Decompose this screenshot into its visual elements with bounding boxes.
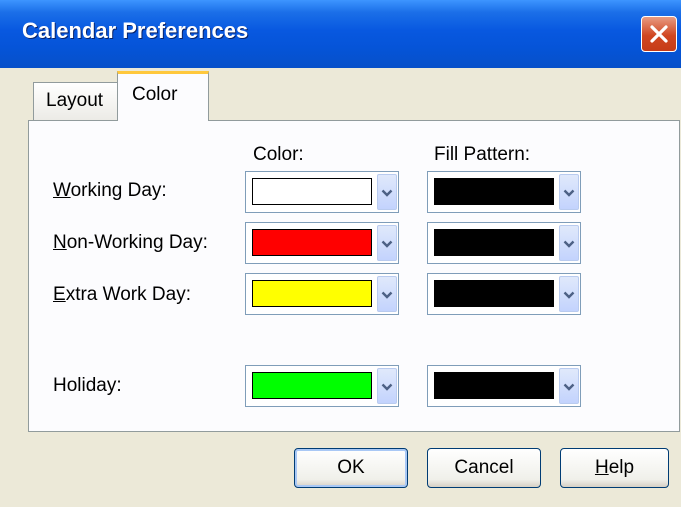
color-column-header: Color: [253, 144, 304, 165]
window-title: Calendar Preferences [22, 18, 249, 43]
tab-layout[interactable]: Layout [33, 82, 119, 120]
extra-work-day-color-dropdown-button[interactable] [377, 276, 397, 312]
close-icon [650, 25, 668, 43]
working-day-fill-swatch [434, 178, 554, 205]
holiday-color-select[interactable] [245, 365, 399, 407]
non-working-day-label: Non-Working Day: [53, 232, 208, 254]
chevron-down-icon [381, 240, 393, 248]
chevron-down-icon [381, 291, 393, 299]
working-day-fill-dropdown-button[interactable] [559, 174, 579, 210]
extra-work-day-color-select[interactable] [245, 273, 399, 315]
holiday-fill-pattern-select[interactable] [427, 365, 581, 407]
chevron-down-icon [381, 189, 393, 197]
help-label-text: elp [608, 457, 635, 478]
holiday-color-dropdown-button[interactable] [377, 368, 397, 404]
tab-layout-label: Layout [46, 90, 104, 111]
extra-work-day-mnemonic: E [53, 284, 66, 305]
non-working-day-color-dropdown-button[interactable] [377, 225, 397, 261]
holiday-color-swatch [252, 372, 372, 399]
chevron-down-icon [563, 189, 575, 197]
title-bar[interactable]: Calendar Preferences [0, 0, 681, 68]
extra-work-day-color-swatch [252, 280, 372, 307]
fill-pattern-column-header: Fill Pattern: [434, 144, 531, 165]
non-working-day-fill-dropdown-button[interactable] [559, 225, 579, 261]
chevron-down-icon [381, 383, 393, 391]
extra-work-day-fill-dropdown-button[interactable] [559, 276, 579, 312]
working-day-mnemonic: W [53, 180, 71, 201]
holiday-fill-swatch [434, 372, 554, 399]
calendar-preferences-dialog: Calendar Preferences Layout Color Color:… [0, 0, 681, 507]
working-day-fill-pattern-select[interactable] [427, 171, 581, 213]
chevron-down-icon [563, 240, 575, 248]
extra-work-day-label: Extra Work Day: [53, 284, 191, 306]
extra-work-day-fill-swatch [434, 280, 554, 307]
extra-work-day-fill-pattern-select[interactable] [427, 273, 581, 315]
holiday-fill-dropdown-button[interactable] [559, 368, 579, 404]
non-working-day-fill-pattern-select[interactable] [427, 222, 581, 264]
close-button[interactable] [641, 16, 677, 52]
tab-color-label: Color [132, 84, 178, 105]
help-mnemonic: H [594, 457, 609, 478]
working-day-color-dropdown-button[interactable] [377, 174, 397, 210]
working-day-label: Working Day: [53, 180, 167, 202]
working-day-label-text: orking Day: [70, 180, 167, 201]
extra-work-day-label-text: xtra Work Day: [65, 284, 191, 305]
chevron-down-icon [563, 291, 575, 299]
tab-color[interactable]: Color [117, 71, 209, 121]
non-working-day-label-text: on-Working Day: [66, 232, 208, 253]
ok-button[interactable]: OK [294, 448, 408, 488]
cancel-button[interactable]: Cancel [427, 448, 541, 488]
non-working-day-fill-swatch [434, 229, 554, 256]
chevron-down-icon [563, 383, 575, 391]
non-working-day-color-swatch [252, 229, 372, 256]
working-day-color-select[interactable] [245, 171, 399, 213]
help-button[interactable]: Help [560, 448, 669, 488]
working-day-color-swatch [252, 178, 372, 205]
non-working-day-mnemonic: N [53, 232, 67, 253]
non-working-day-color-select[interactable] [245, 222, 399, 264]
holiday-label: Holiday: [53, 375, 122, 396]
